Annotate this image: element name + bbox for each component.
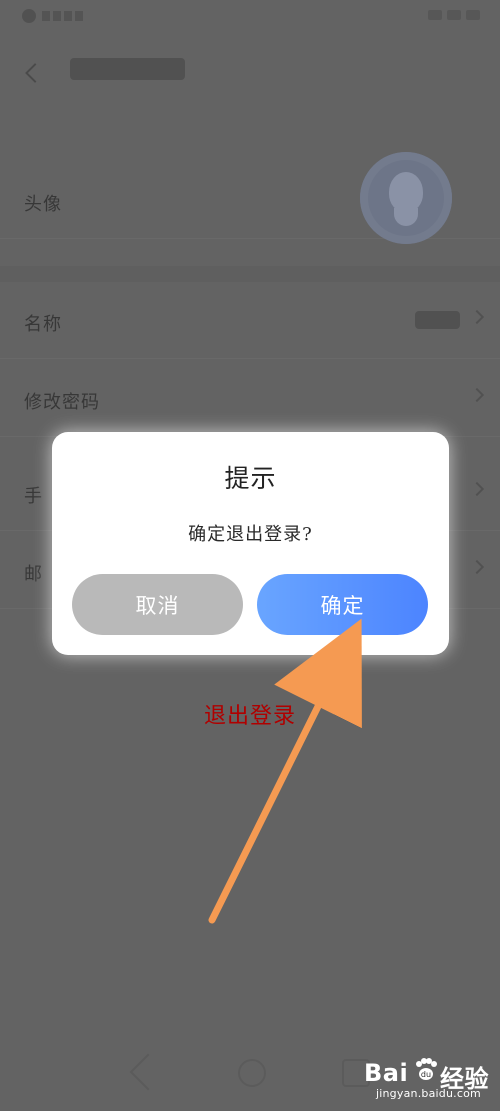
dialog-message: 确定退出登录? [188,524,313,545]
nav-home-icon[interactable] [238,1059,266,1087]
dialog-title: 提示 [224,464,277,493]
status-bar [0,0,500,38]
list-item-password[interactable]: 修改密码 [0,362,500,437]
nav-back-icon[interactable] [129,1053,167,1091]
svg-text:du: du [421,1070,431,1079]
list-item-label: 邮 [24,564,43,585]
wifi-icon [428,10,442,20]
chevron-right-icon [469,559,485,575]
page-title-blurred [70,58,185,80]
status-left [22,9,83,23]
confirm-button[interactable]: 确定 [257,574,428,635]
list-item-label: 名称 [24,314,62,335]
chevron-right-icon [469,309,485,325]
chevron-right-icon [469,481,485,497]
list-item-name[interactable]: 名称 [0,284,500,359]
watermark-site: jingyan.baidu.com [376,1087,481,1100]
status-dot-icon [22,9,36,23]
list-item-label: 头像 [24,194,62,215]
cancel-button[interactable]: 取消 [72,574,243,635]
signal-icon [42,11,83,21]
list-item-label: 修改密码 [24,392,100,413]
battery-icon [447,10,461,20]
section-divider [0,266,500,282]
baidu-paw-icon: du [416,1058,437,1080]
top-bar [0,48,500,106]
list-item-label: 手 [24,486,43,507]
system-status-icons [428,10,480,20]
time-placeholder-icon [466,10,480,20]
annotation-text: 退出登录 [203,704,296,729]
watermark: Bai du 经验 jingyan.baidu.com [364,1054,490,1107]
user-icon[interactable] [360,152,452,244]
list-item-value-blurred [415,311,460,329]
chevron-right-icon [469,387,485,403]
watermark-brand-left: Bai [364,1059,409,1087]
logout-dialog: 提示 确定退出登录? 取消 确定 [52,432,449,655]
chevron-left-icon[interactable] [25,63,45,83]
